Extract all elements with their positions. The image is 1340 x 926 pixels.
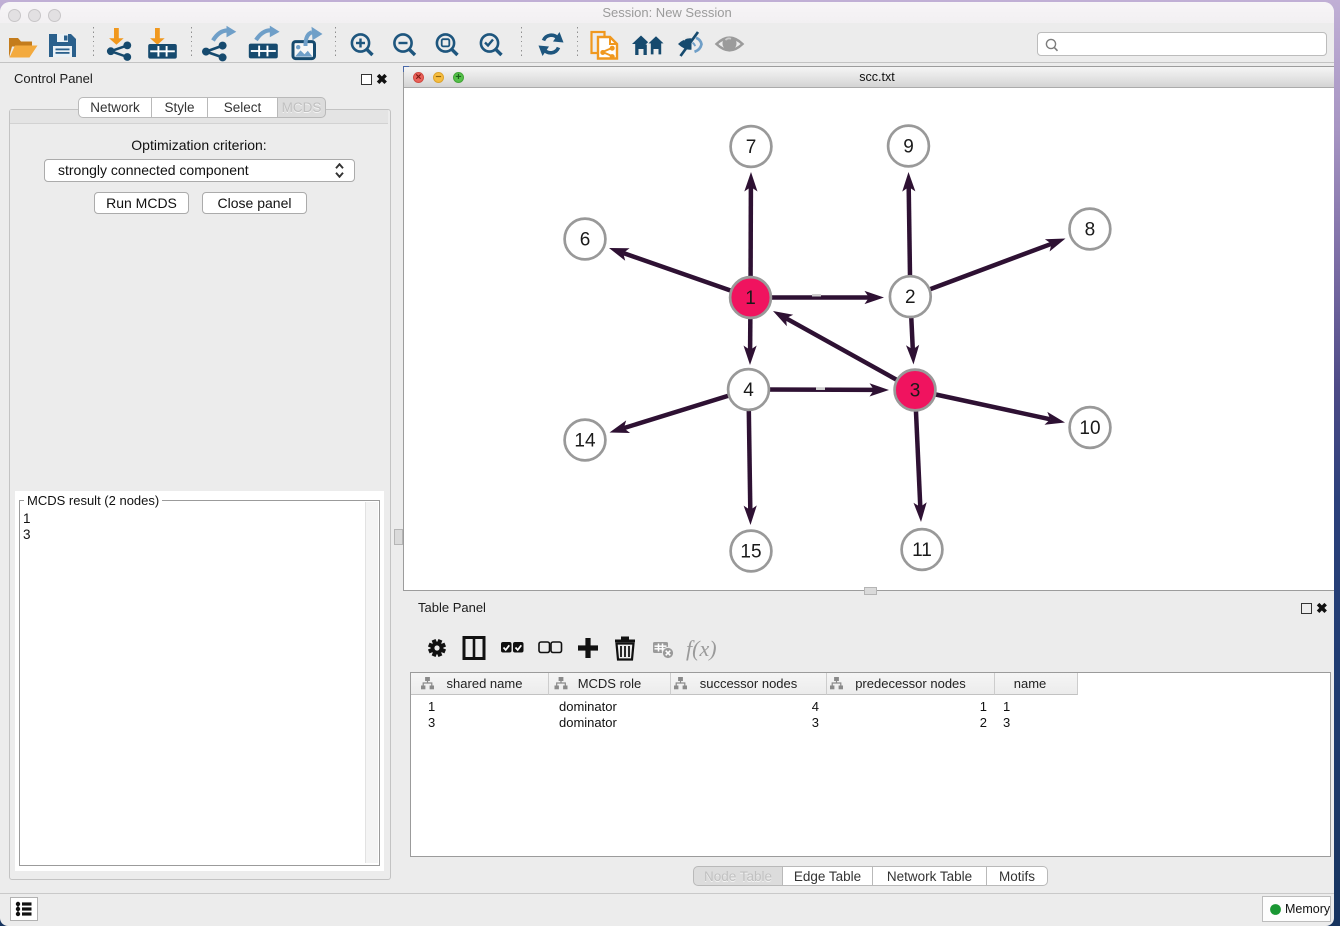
svg-text:10: 10 bbox=[1079, 418, 1100, 439]
svg-text:6: 6 bbox=[580, 230, 591, 251]
svg-text:15: 15 bbox=[740, 542, 761, 563]
svg-text:7: 7 bbox=[746, 137, 757, 158]
svg-text:14: 14 bbox=[574, 431, 596, 452]
svg-text:8: 8 bbox=[1085, 220, 1096, 241]
svg-text:2: 2 bbox=[905, 287, 916, 308]
svg-text:f(x): f(x) bbox=[686, 636, 717, 661]
svg-text:11: 11 bbox=[912, 540, 932, 561]
svg-text:3: 3 bbox=[910, 381, 921, 402]
svg-text:4: 4 bbox=[743, 380, 754, 401]
svg-text:1: 1 bbox=[745, 288, 756, 309]
svg-text:9: 9 bbox=[903, 137, 914, 158]
